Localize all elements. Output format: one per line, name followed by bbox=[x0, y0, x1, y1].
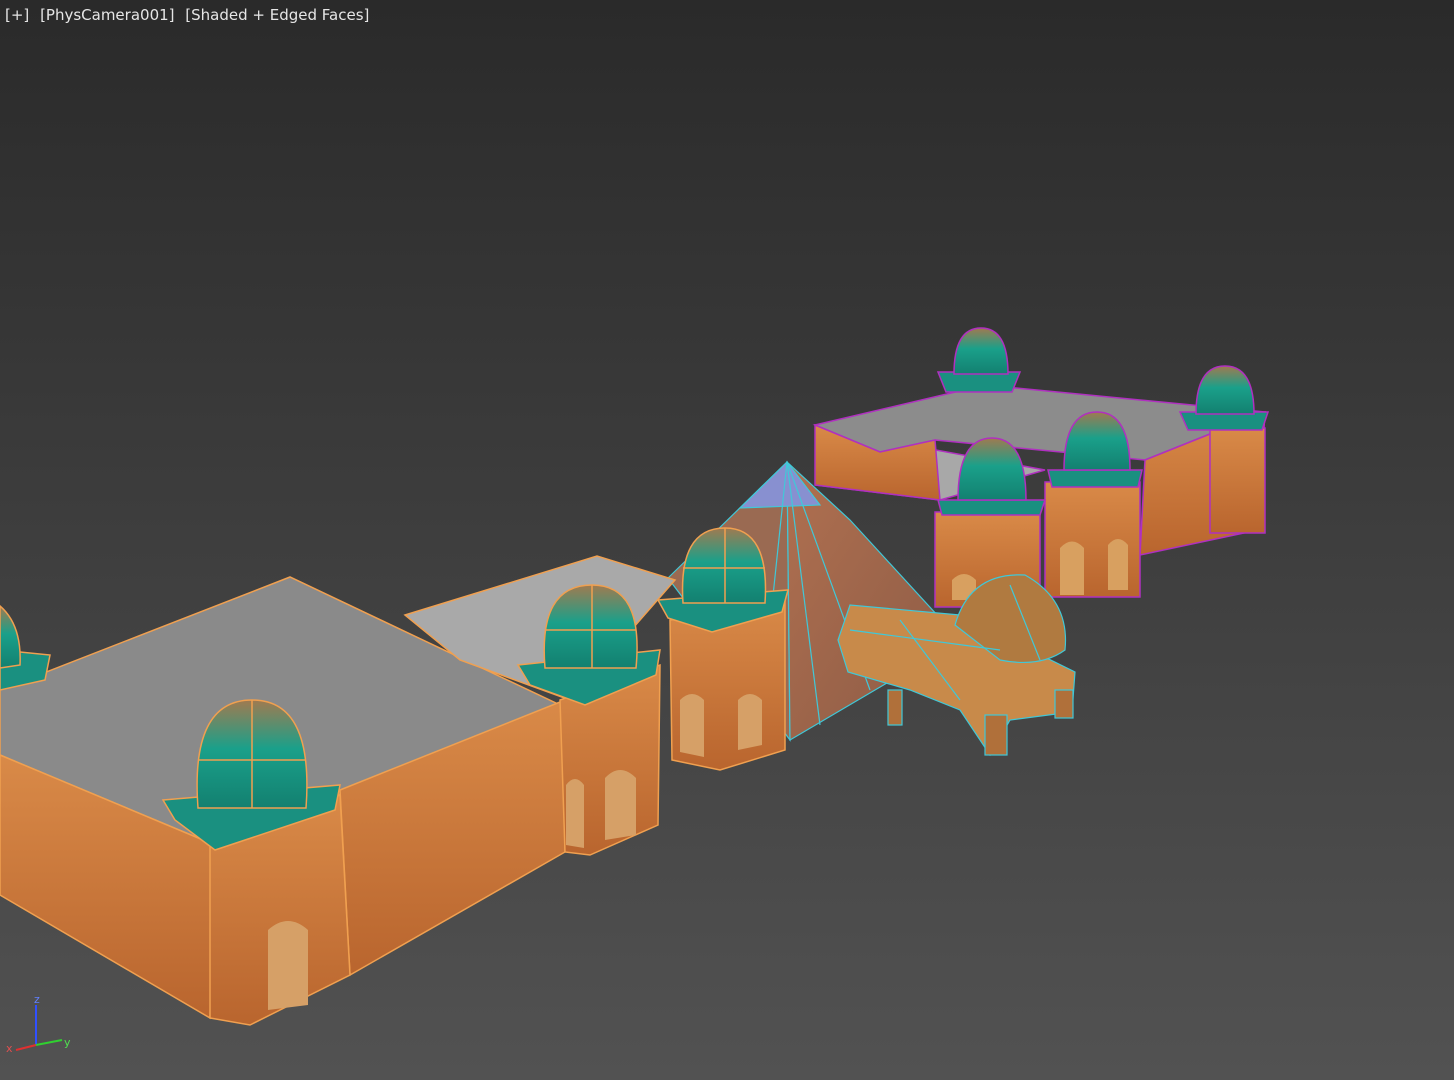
viewport-camera-menu[interactable]: [PhysCamera001] bbox=[40, 6, 174, 24]
sphinx-leg bbox=[1054, 689, 1074, 719]
arch-window bbox=[566, 779, 584, 848]
scene-canvas[interactable]: z x y bbox=[0, 0, 1454, 1080]
arch-window bbox=[605, 770, 636, 840]
arch-window bbox=[268, 921, 308, 1010]
viewport-label-menu: [+] [PhysCamera001] [Shaded + Edged Face… bbox=[5, 6, 375, 24]
viewport-shading-menu[interactable]: [Shaded + Edged Faces] bbox=[185, 6, 369, 24]
arch-window bbox=[738, 694, 762, 750]
axis-z-label: z bbox=[34, 993, 40, 1006]
back-arch bbox=[1060, 541, 1084, 595]
arch-window bbox=[680, 694, 704, 757]
sphinx-leg bbox=[887, 689, 903, 726]
back-arch bbox=[1108, 539, 1128, 590]
3d-viewport[interactable]: z x y [+] [PhysCamera001] [Shaded + Edge… bbox=[0, 0, 1454, 1080]
viewport-plus-menu[interactable]: [+] bbox=[5, 6, 29, 24]
sphinx-leg bbox=[984, 714, 1008, 756]
axis-y-label: y bbox=[64, 1036, 71, 1049]
axis-x-label: x bbox=[6, 1042, 13, 1055]
back-tower-1-cap bbox=[937, 499, 1047, 516]
back-tower-3 bbox=[1209, 427, 1266, 534]
back-top-cap bbox=[936, 371, 1022, 393]
back-tower-2-cap bbox=[1047, 469, 1143, 488]
